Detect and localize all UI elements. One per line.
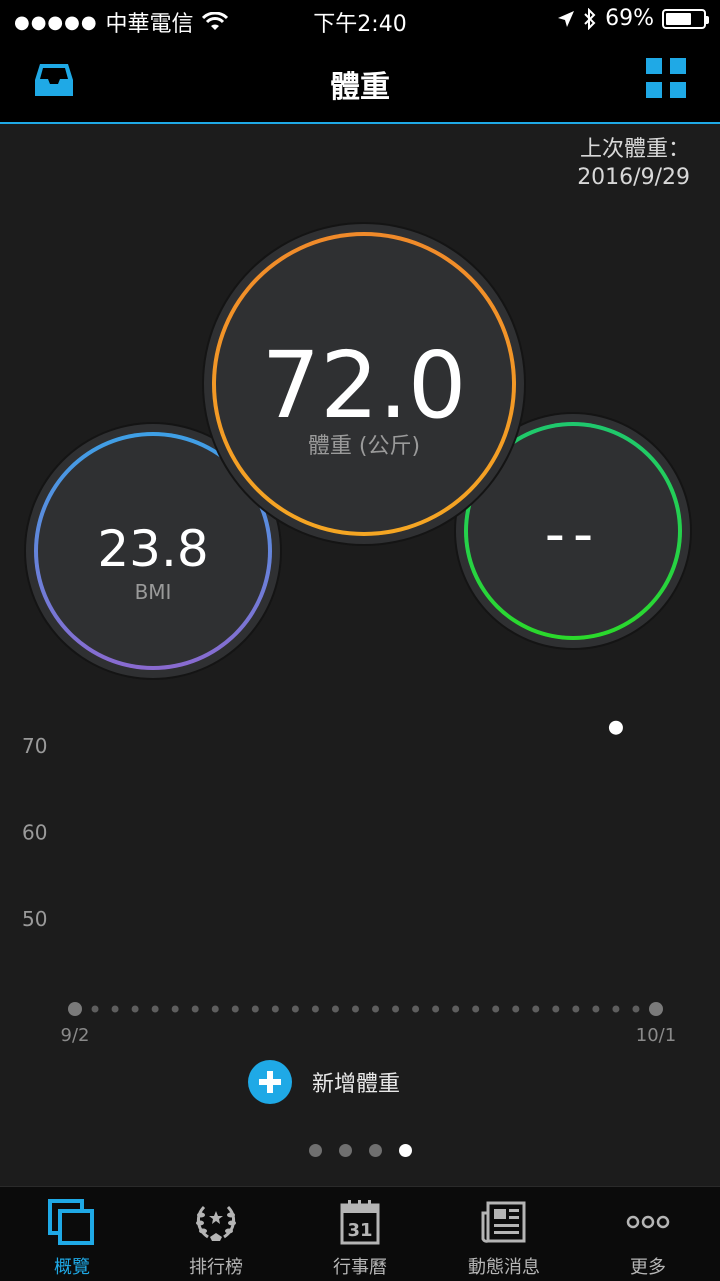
status-bar: ●●●●● 中華電信 下午2:40 69% — [0, 0, 720, 40]
x-axis-day-dot — [111, 1005, 119, 1013]
x-axis-day-dot — [392, 1005, 400, 1013]
more-icon — [626, 1215, 670, 1229]
x-axis-day-dot — [171, 1005, 179, 1013]
weight-circle[interactable]: 72.0 體重 (公斤) — [212, 232, 516, 536]
x-axis-day-dot — [291, 1005, 299, 1013]
x-axis-day-dot — [91, 1005, 99, 1013]
tab-calendar[interactable]: 31 行事曆 — [288, 1187, 432, 1281]
x-axis-day-dot — [492, 1005, 500, 1013]
location-arrow-icon — [558, 10, 575, 27]
x-start-label: 9/2 — [61, 1025, 90, 1046]
bluetooth-icon — [584, 7, 596, 30]
tab-label-more: 更多 — [630, 1257, 666, 1278]
x-axis-day-dot — [151, 1005, 159, 1013]
tab-overview[interactable]: 概覽 — [0, 1187, 144, 1281]
x-axis-day-dot — [251, 1005, 259, 1013]
overview-icon — [48, 1199, 94, 1245]
tab-bar: 概覽 排行榜 31 行事曆 動態消息 更多 — [0, 1186, 720, 1281]
page-dot[interactable] — [308, 1144, 322, 1157]
x-axis-day-dot — [372, 1005, 380, 1013]
calendar-day-number: 31 — [347, 1220, 372, 1241]
laurel-icon — [196, 1205, 236, 1241]
x-axis-day-dot — [271, 1005, 279, 1013]
calendar-icon: 31 — [340, 1200, 380, 1245]
weight-chart-svg: 70 60 50 9/2 10/1 — [22, 720, 676, 1046]
battery-icon — [662, 8, 709, 29]
x-axis-day-dot — [592, 1005, 600, 1013]
y-tick-label: 50 — [22, 907, 47, 931]
tab-news-feed[interactable]: 動態消息 — [432, 1187, 576, 1281]
x-axis-day-dot — [231, 1005, 239, 1013]
x-axis-day-dot — [351, 1005, 359, 1013]
x-axis-day-dot — [211, 1005, 219, 1013]
x-axis-day-dot — [412, 1005, 420, 1013]
x-axis-day-dot — [612, 1005, 620, 1013]
grid-icon[interactable] — [646, 58, 686, 98]
x-axis-day-dot — [331, 1005, 339, 1013]
tab-label-leaderboard: 排行榜 — [189, 1257, 243, 1278]
page-dot[interactable] — [338, 1144, 352, 1157]
add-weight-button[interactable]: 新增體重 — [248, 1060, 400, 1104]
x-axis-day-dot — [572, 1005, 580, 1013]
weight-caption: 體重 (公斤) — [307, 434, 421, 459]
tab-leaderboard[interactable]: 排行榜 — [144, 1187, 288, 1281]
last-weight-label: 上次體重： — [579, 137, 690, 162]
x-axis-day-dot — [68, 1002, 82, 1016]
x-axis-day-dot — [632, 1005, 640, 1013]
navigation-bar: 體重 — [0, 40, 720, 124]
x-axis-day-dot — [472, 1005, 480, 1013]
x-axis-day-dot — [532, 1005, 540, 1013]
weight-chart: 70 60 50 9/2 10/1 — [0, 700, 720, 1050]
tab-label-news-feed: 動態消息 — [468, 1257, 540, 1278]
last-weight-date: 2016/9/29 — [577, 165, 690, 190]
page-dot[interactable] — [398, 1144, 412, 1157]
page-dot[interactable] — [368, 1144, 382, 1157]
battery-percent: 69% — [605, 6, 654, 31]
x-axis-day-dot — [452, 1005, 460, 1013]
battery-fill — [666, 12, 691, 25]
tab-more[interactable]: 更多 — [576, 1187, 720, 1281]
bmi-value: 23.8 — [97, 520, 209, 578]
news-icon — [481, 1201, 526, 1243]
weight-value: 72.0 — [261, 332, 467, 439]
bmi-caption: BMI — [134, 580, 172, 604]
x-axis-day-dot — [191, 1005, 199, 1013]
x-end-label: 10/1 — [636, 1025, 676, 1046]
page-title: 體重 — [330, 70, 390, 105]
add-weight-label: 新增體重 — [312, 1072, 401, 1097]
x-axis-day-dot — [432, 1005, 440, 1013]
data-point — [608, 720, 623, 735]
tab-label-overview: 概覽 — [54, 1257, 90, 1278]
y-tick-label: 70 — [22, 734, 47, 758]
x-axis-day-dot — [552, 1005, 560, 1013]
body-fat-value: -- — [544, 502, 602, 567]
last-weight-info: 上次體重： 2016/9/29 — [577, 136, 690, 192]
page-indicator[interactable] — [0, 1144, 720, 1157]
x-axis-day-dot — [131, 1005, 139, 1013]
y-tick-label: 60 — [22, 821, 47, 845]
plus-icon[interactable] — [248, 1060, 292, 1104]
x-axis-day-dot — [512, 1005, 520, 1013]
x-axis-day-dot — [311, 1005, 319, 1013]
x-axis-day-dot — [649, 1002, 663, 1016]
tab-label-calendar: 行事曆 — [333, 1257, 387, 1278]
